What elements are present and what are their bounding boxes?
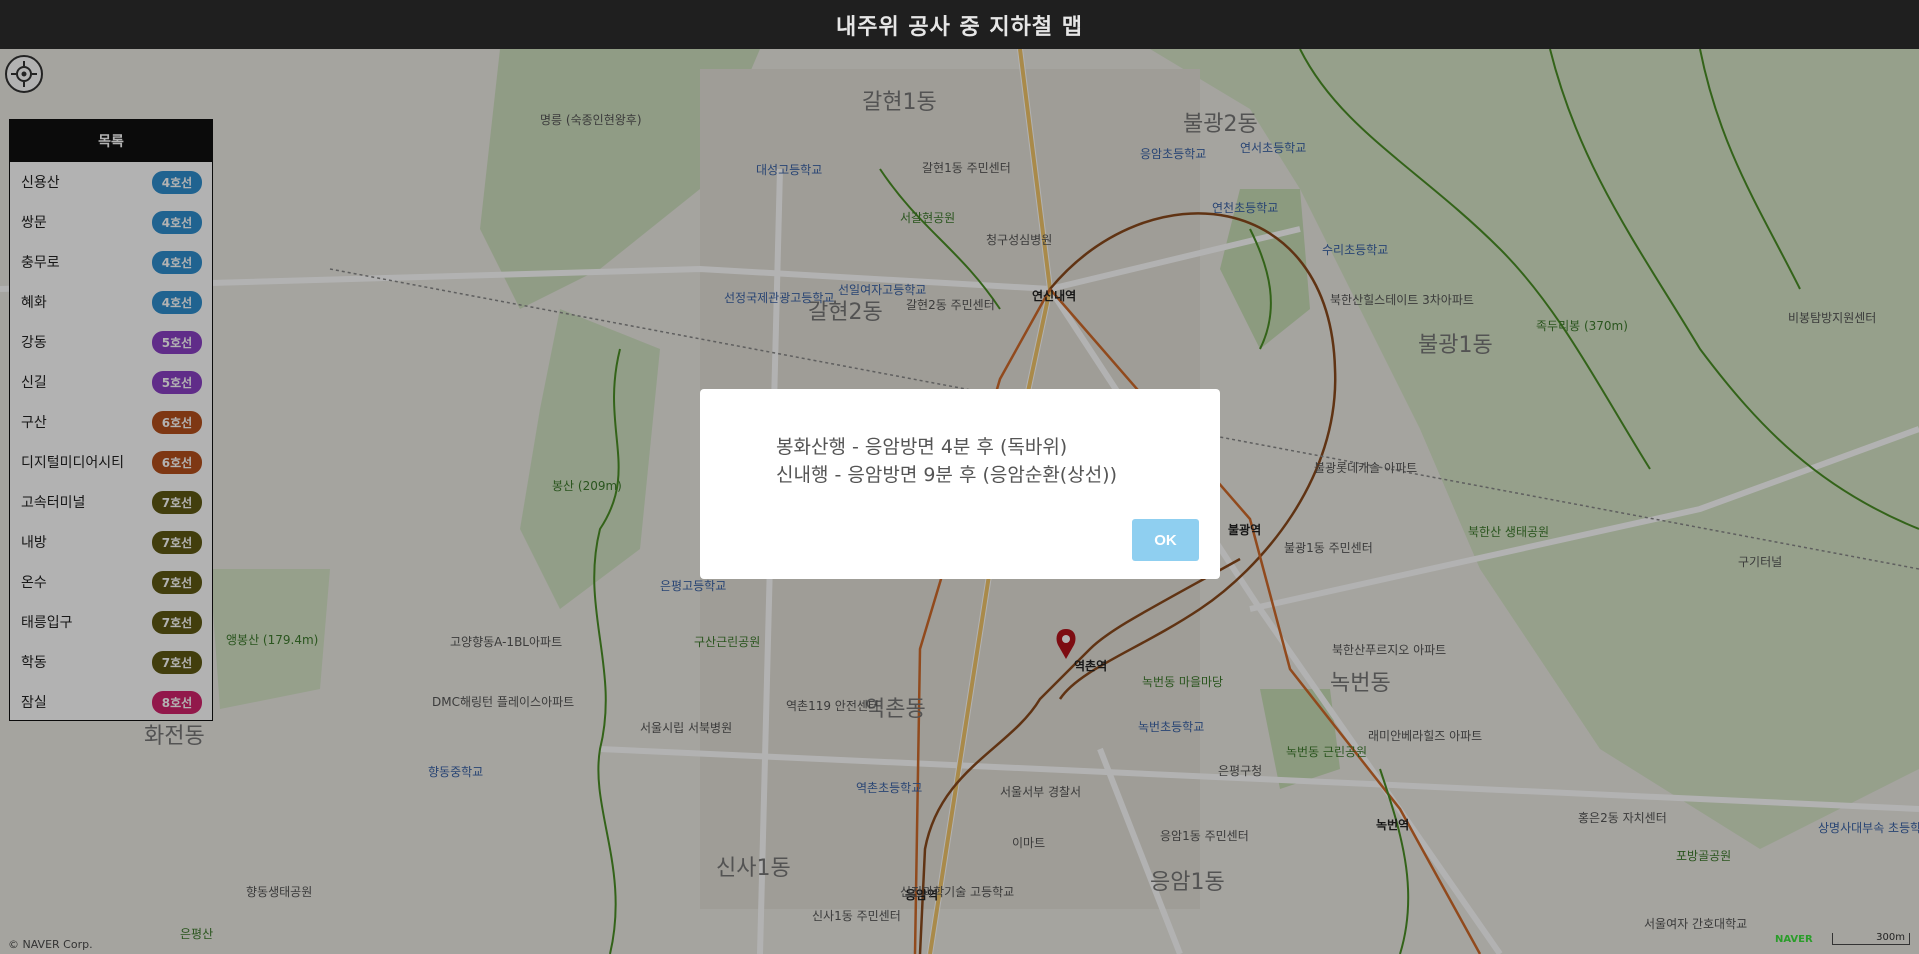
ok-button[interactable]: OK [1132,519,1199,561]
map-copyright: © NAVER Corp. [8,938,93,951]
app-header: 내주위 공사 중 지하철 맵 [0,0,1919,49]
dialog-message: 봉화산행 - 응암방면 4분 후 (독바위) 신내행 - 응암방면 9분 후 (… [776,433,1117,489]
naver-logo: NAVER [1775,934,1813,945]
arrival-line-2: 신내행 - 응암방면 9분 후 (응암순환(상선)) [776,464,1117,486]
map-scale-bar: 300m [1832,933,1910,945]
arrival-info-dialog: 봉화산행 - 응암방면 4분 후 (독바위) 신내행 - 응암방면 9분 후 (… [700,389,1220,579]
arrival-line-1: 봉화산행 - 응암방면 4분 후 (독바위) [776,436,1068,458]
page-title: 내주위 공사 중 지하철 맵 [835,14,1084,40]
